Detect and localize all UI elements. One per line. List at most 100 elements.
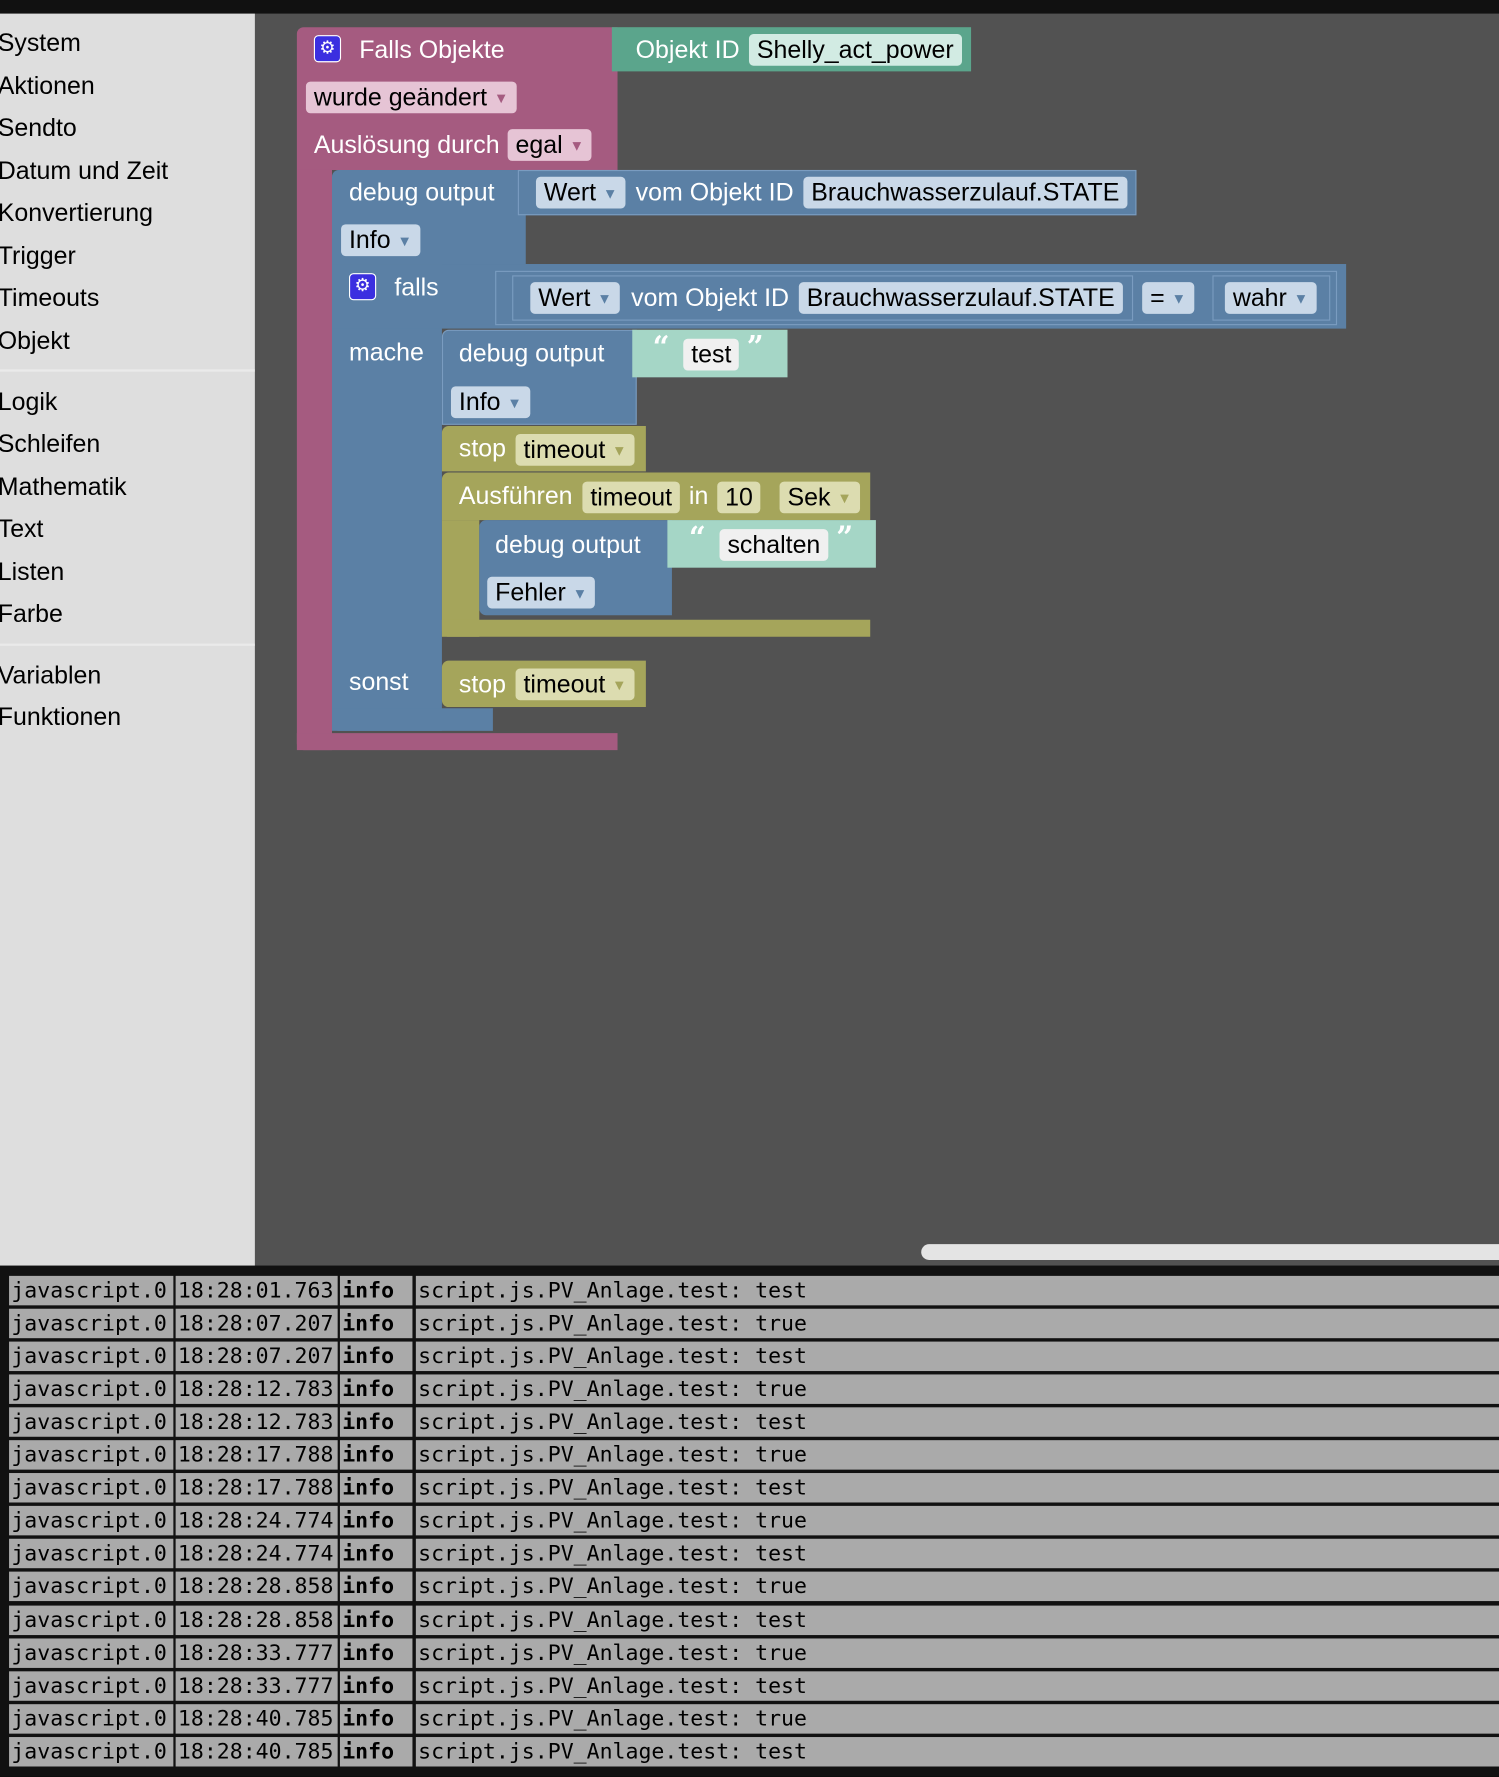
timeout-name-dropdown[interactable]: timeout ▼ [515, 433, 635, 466]
toolbox-category[interactable]: Variablen [0, 661, 101, 690]
log-message: script.js.PV_Anlage.test: true [415, 1440, 1499, 1470]
chevron-down-icon: ▼ [597, 290, 612, 308]
if-block-bottom [331, 708, 493, 731]
toolbox-category[interactable]: Text [0, 514, 43, 543]
log-source: javascript.0 [9, 1275, 174, 1306]
log-level: info [339, 1539, 413, 1569]
log-row: javascript.0 18:28:01.763 info script.js.PV… [9, 1275, 1499, 1306]
toolbox-category[interactable]: Objekt [0, 326, 70, 355]
log-level: info [339, 1341, 413, 1372]
text-field[interactable]: test [683, 338, 740, 371]
log-time: 18:28:17.788 [175, 1473, 338, 1503]
horizontal-scrollbar[interactable] [921, 1244, 1499, 1261]
log-time: 18:28:17.788 [175, 1440, 338, 1470]
chevron-down-icon: ▼ [837, 489, 852, 507]
object-id-field[interactable]: Brauchwasserzulauf.STATE [803, 176, 1128, 209]
blockly-workspace[interactable]: ⚙ Falls Objekte wurde geändert ▼ Auslösun… [254, 13, 1499, 1266]
level-dropdown[interactable]: Fehler ▼ [487, 576, 596, 609]
log-level: info [339, 1703, 413, 1734]
toolbox-category[interactable]: Funktionen [0, 703, 121, 732]
open-quote-icon: “ [652, 330, 670, 365]
text-field[interactable]: schalten [719, 529, 829, 561]
delay-field[interactable]: 10 [717, 481, 761, 514]
log-row: javascript.0 18:28:17.788 info script.js.PV… [9, 1473, 1499, 1503]
object-id-field[interactable]: Brauchwasserzulauf.STATE [798, 282, 1123, 314]
event-block-bottom [296, 733, 618, 751]
log-row: javascript.0 18:28:12.783 info script.js.PV… [9, 1407, 1499, 1437]
log-source: javascript.0 [9, 1703, 174, 1734]
log-source: javascript.0 [9, 1407, 174, 1437]
toolbox-category[interactable]: Konvertierung [0, 198, 153, 227]
log-level: info [339, 1637, 413, 1668]
toolbox-category[interactable]: System [0, 28, 81, 57]
log-level: info [339, 1473, 413, 1503]
log-row: javascript.0 18:28:40.785 info script.js.PV… [9, 1736, 1499, 1767]
log-message: script.js.PV_Anlage.test: test [415, 1539, 1499, 1569]
chevron-down-icon: ▼ [612, 676, 627, 694]
log-row: javascript.0 18:28:24.774 info script.js.PV… [9, 1506, 1499, 1536]
toolbox-category[interactable]: Datum und Zeit [0, 156, 168, 185]
debug-label: debug output [458, 338, 605, 368]
log-source: javascript.0 [9, 1637, 174, 1668]
unit-dropdown[interactable]: Sek ▼ [779, 481, 860, 514]
from-label: vom Objekt ID [635, 177, 794, 207]
event-block-arm [296, 169, 332, 751]
log-row: javascript.0 18:28:12.783 info script.js.PV… [9, 1374, 1499, 1405]
log-message: script.js.PV_Anlage.test: test [415, 1736, 1499, 1767]
operator-dropdown[interactable]: = ▼ [1142, 282, 1194, 314]
if-block[interactable] [331, 264, 442, 731]
operator-value: = [1150, 283, 1165, 312]
log-row: javascript.0 18:28:07.207 info script.js.PV… [9, 1308, 1499, 1339]
toolbox-category[interactable]: Mathematik [0, 473, 127, 502]
log-message: script.js.PV_Anlage.test: test [415, 1473, 1499, 1503]
unit-value: Sek [787, 482, 831, 512]
trigger-value: wurde geändert [313, 82, 488, 112]
level-dropdown[interactable]: Info ▼ [450, 386, 530, 419]
object-id-label: Objekt ID [635, 35, 740, 64]
level-dropdown[interactable]: Info ▼ [341, 224, 420, 257]
level-value: Info [458, 387, 501, 416]
toolbox-category[interactable]: Farbe [0, 599, 63, 628]
toolbox-category[interactable]: Timeouts [0, 283, 99, 312]
source-dropdown[interactable]: egal ▼ [507, 129, 593, 161]
gear-icon[interactable]: ⚙ [348, 273, 377, 301]
toolbox-category[interactable]: Trigger [0, 241, 76, 270]
level-value: Fehler [495, 577, 566, 607]
toolbox-category[interactable]: Sendto [0, 113, 77, 142]
log-time: 18:28:12.783 [175, 1374, 338, 1405]
log-source: javascript.0 [9, 1473, 174, 1503]
log-level: info [339, 1374, 413, 1405]
value-type: Wert [543, 177, 597, 207]
timeout-name-dropdown[interactable]: timeout ▼ [515, 668, 635, 701]
close-quote-icon: ” [746, 330, 764, 365]
toolbox-category[interactable]: Schleifen [0, 429, 100, 458]
log-source: javascript.0 [9, 1341, 174, 1372]
log-row: javascript.0 18:28:33.777 info script.js.PV… [9, 1670, 1499, 1701]
toolbox-category[interactable]: Aktionen [0, 71, 95, 100]
gear-icon[interactable]: ⚙ [313, 35, 342, 63]
value-dropdown[interactable]: Wert ▼ [535, 176, 626, 209]
value-type: Wert [538, 283, 591, 312]
toolbox-category[interactable]: Logik [0, 388, 57, 417]
stop-label: stop [458, 669, 507, 698]
timeout-name: timeout [523, 669, 606, 698]
trigger-dropdown[interactable]: wurde geändert ▼ [305, 81, 517, 114]
toolbox-category[interactable]: Listen [0, 557, 64, 586]
log-message: script.js.PV_Anlage.test: true [415, 1308, 1499, 1339]
value-dropdown[interactable]: Wert ▼ [530, 282, 620, 314]
log-message: script.js.PV_Anlage.test: test [415, 1605, 1499, 1635]
log-message: script.js.PV_Anlage.test: true [415, 1703, 1499, 1734]
timeout-name-field[interactable]: timeout [582, 481, 681, 514]
chevron-down-icon: ▼ [1171, 290, 1187, 308]
boolean-value: wahr [1232, 283, 1287, 312]
event-title: Falls Objekte [359, 35, 505, 64]
log-row: javascript.0 18:28:07.207 info script.js.PV… [9, 1341, 1499, 1372]
debug-label: debug output [348, 177, 495, 207]
log-row: javascript.0 18:28:33.777 info script.js.PV… [9, 1637, 1499, 1668]
boolean-dropdown[interactable]: wahr ▼ [1224, 282, 1317, 314]
log-source: javascript.0 [9, 1506, 174, 1536]
log-source: javascript.0 [9, 1308, 174, 1339]
log-message: script.js.PV_Anlage.test: test [415, 1670, 1499, 1701]
object-id-field[interactable]: Shelly_act_power [748, 33, 962, 66]
log-level: info [339, 1407, 413, 1437]
